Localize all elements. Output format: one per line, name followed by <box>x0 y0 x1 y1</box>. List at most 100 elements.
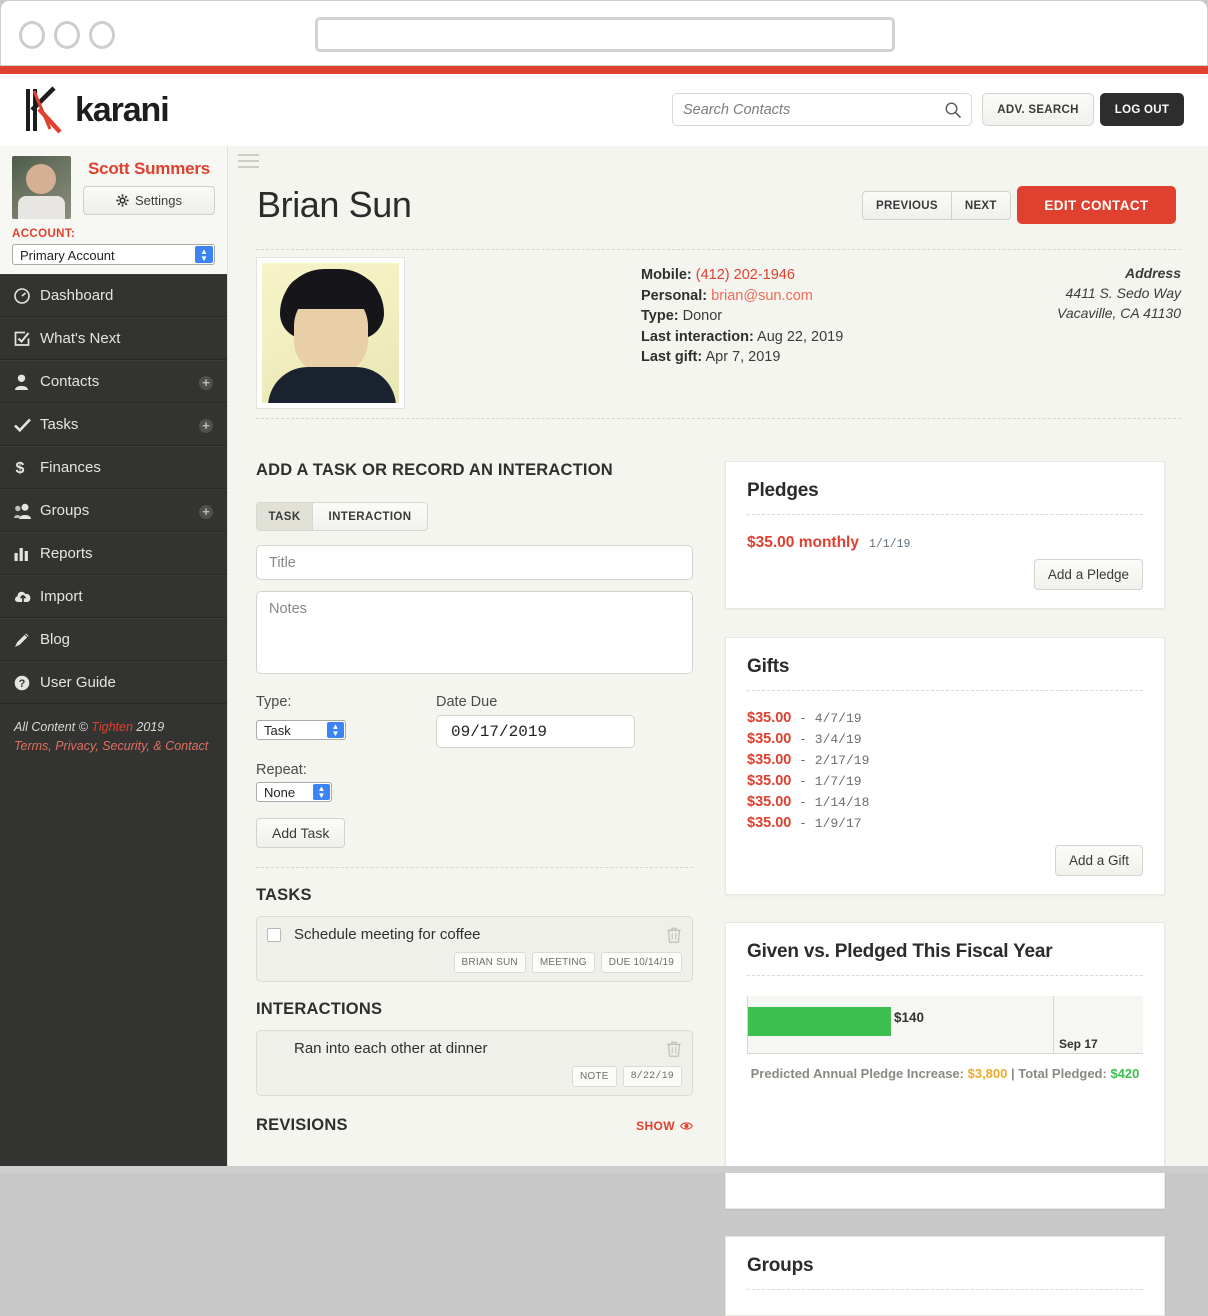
mobile-value[interactable]: (412) 202-1946 <box>696 267 795 283</box>
list-item[interactable]: Ran into each other at dinnerNOTE8/22/19 <box>256 1030 693 1096</box>
chevron-updown-icon[interactable]: ▲▼ <box>195 246 213 263</box>
account-label: ACCOUNT: <box>12 228 215 240</box>
date-due-input[interactable] <box>436 715 635 748</box>
edit-contact-button[interactable]: EDIT CONTACT <box>1017 186 1176 224</box>
date-due-label: Date Due <box>436 694 497 710</box>
gift-row[interactable]: $35.00 - 4/7/19 <box>747 708 1143 729</box>
tab-task[interactable]: TASK <box>257 503 313 530</box>
sidebar-item-label: Reports <box>40 545 93 562</box>
pledge-date: 1/1/19 <box>869 538 910 551</box>
contact-photo <box>257 258 404 408</box>
tag[interactable]: DUE 10/14/19 <box>601 952 682 973</box>
account-select[interactable]: Primary Account ▲▼ <box>12 244 215 265</box>
add-gift-button[interactable]: Add a Gift <box>1055 845 1143 876</box>
add-icon[interactable]: + <box>199 505 213 519</box>
interactions-heading: INTERACTIONS <box>256 1000 704 1019</box>
gift-amount: $35.00 <box>747 752 791 768</box>
sidebar-item-import[interactable]: Import <box>0 575 227 618</box>
task-type-value: Task <box>264 723 291 738</box>
avatar[interactable] <box>12 156 71 219</box>
page-title: Brian Sun <box>257 184 412 226</box>
minimize-window-button[interactable] <box>54 21 80 49</box>
gift-amount: $35.00 <box>747 710 791 726</box>
tag[interactable]: MEETING <box>532 952 595 973</box>
close-window-button[interactable] <box>19 21 45 49</box>
chart-footer: Predicted Annual Pledge Increase: $3,800… <box>747 1066 1143 1081</box>
url-bar[interactable] <box>315 17 895 52</box>
sidebar-item-label: Contacts <box>40 373 99 390</box>
add-task-button[interactable]: Add Task <box>256 818 345 848</box>
footer-prefix: All Content © <box>14 720 91 734</box>
advanced-search-button[interactable]: ADV. SEARCH <box>982 93 1094 126</box>
trash-icon[interactable] <box>667 927 681 948</box>
contact-last-interaction-row: Last interaction: Aug 22, 2019 <box>641 327 843 348</box>
sidebar-legal-links[interactable]: Terms, Privacy, Security, & Contact <box>14 739 213 753</box>
address-line-2: Vacaville, CA 41130 <box>1008 303 1181 323</box>
sidebar-item-reports[interactable]: Reports <box>0 532 227 575</box>
search-icon[interactable] <box>944 101 962 119</box>
add-icon[interactable]: + <box>199 419 213 433</box>
tasks-heading: TASKS <box>256 886 704 905</box>
task-title-input[interactable] <box>256 545 693 580</box>
footer-brand[interactable]: Tighten <box>91 720 133 734</box>
revisions-show-toggle[interactable]: SHOW <box>636 1119 693 1133</box>
chevron-updown-icon[interactable]: ▲▼ <box>313 784 330 800</box>
gift-date: - 1/9/17 <box>791 816 861 831</box>
tag[interactable]: BRIAN SUN <box>454 952 526 973</box>
sidebar-item-user-guide[interactable]: ?User Guide <box>0 661 227 704</box>
next-button[interactable]: NEXT <box>951 191 1011 220</box>
tag[interactable]: 8/22/19 <box>623 1066 682 1087</box>
task-complete-checkbox[interactable] <box>267 928 281 942</box>
sidebar-item-blog[interactable]: Blog <box>0 618 227 661</box>
task-type-select[interactable]: Task ▲▼ <box>256 720 346 740</box>
contact-personal-row: Personal: brian@sun.com <box>641 286 843 307</box>
sidebar-item-label: Groups <box>40 502 89 519</box>
horizontal-scrollbar[interactable] <box>0 1166 1208 1173</box>
settings-button[interactable]: Settings <box>83 186 215 215</box>
sidebar-nav: DashboardWhat's NextContacts+Tasks+$Fina… <box>0 274 227 704</box>
sidebar-item-dashboard[interactable]: Dashboard <box>0 274 227 317</box>
divider <box>747 690 1143 691</box>
form-tabs: TASK INTERACTION <box>256 502 428 531</box>
repeat-select[interactable]: None ▲▼ <box>256 782 332 802</box>
add-icon[interactable]: + <box>199 376 213 390</box>
gift-row[interactable]: $35.00 - 1/9/17 <box>747 813 1143 834</box>
app-logo[interactable]: karani <box>20 85 169 135</box>
brand-rule <box>0 66 1208 74</box>
cloud-upload-icon <box>14 589 40 604</box>
add-pledge-button[interactable]: Add a Pledge <box>1034 559 1143 590</box>
list-item[interactable]: Schedule meeting for coffeeBRIAN SUNMEET… <box>256 916 693 982</box>
maximize-window-button[interactable] <box>89 21 115 49</box>
sidebar-item-contacts[interactable]: Contacts + <box>0 360 227 403</box>
gift-row[interactable]: $35.00 - 1/14/18 <box>747 792 1143 813</box>
chevron-updown-icon[interactable]: ▲▼ <box>327 722 344 738</box>
gift-row[interactable]: $35.00 - 1/7/19 <box>747 771 1143 792</box>
sidebar-item-what-s-next[interactable]: What's Next <box>0 317 227 360</box>
hamburger-menu-icon[interactable] <box>238 154 259 172</box>
chart-bar-given <box>748 1007 891 1036</box>
search-contacts-box[interactable] <box>672 93 972 126</box>
sidebar-item-tasks[interactable]: Tasks+ <box>0 403 227 446</box>
gear-icon <box>116 194 129 207</box>
tag[interactable]: NOTE <box>572 1066 617 1087</box>
previous-button[interactable]: PREVIOUS <box>862 191 951 220</box>
gift-row[interactable]: $35.00 - 3/4/19 <box>747 729 1143 750</box>
logout-button[interactable]: LOG OUT <box>1100 93 1184 126</box>
gift-date: - 4/7/19 <box>791 711 861 726</box>
search-input[interactable] <box>683 94 933 125</box>
dollar-icon: $ <box>14 459 40 476</box>
trash-icon[interactable] <box>667 1041 681 1062</box>
gift-date: - 2/17/19 <box>791 753 869 768</box>
gift-row[interactable]: $35.00 - 2/17/19 <box>747 750 1143 771</box>
gift-date: - 1/14/18 <box>791 795 869 810</box>
pencil-icon <box>14 632 40 648</box>
tab-interaction[interactable]: INTERACTION <box>313 503 427 530</box>
personal-value[interactable]: brian@sun.com <box>711 288 813 304</box>
svg-text:?: ? <box>19 678 26 690</box>
task-notes-input[interactable] <box>256 591 693 674</box>
predicted-increase-value: $3,800 <box>968 1066 1008 1081</box>
sidebar-item-finances[interactable]: $Finances <box>0 446 227 489</box>
divider <box>747 514 1143 515</box>
gifts-title: Gifts <box>747 656 1143 678</box>
sidebar-item-groups[interactable]: Groups + <box>0 489 227 532</box>
